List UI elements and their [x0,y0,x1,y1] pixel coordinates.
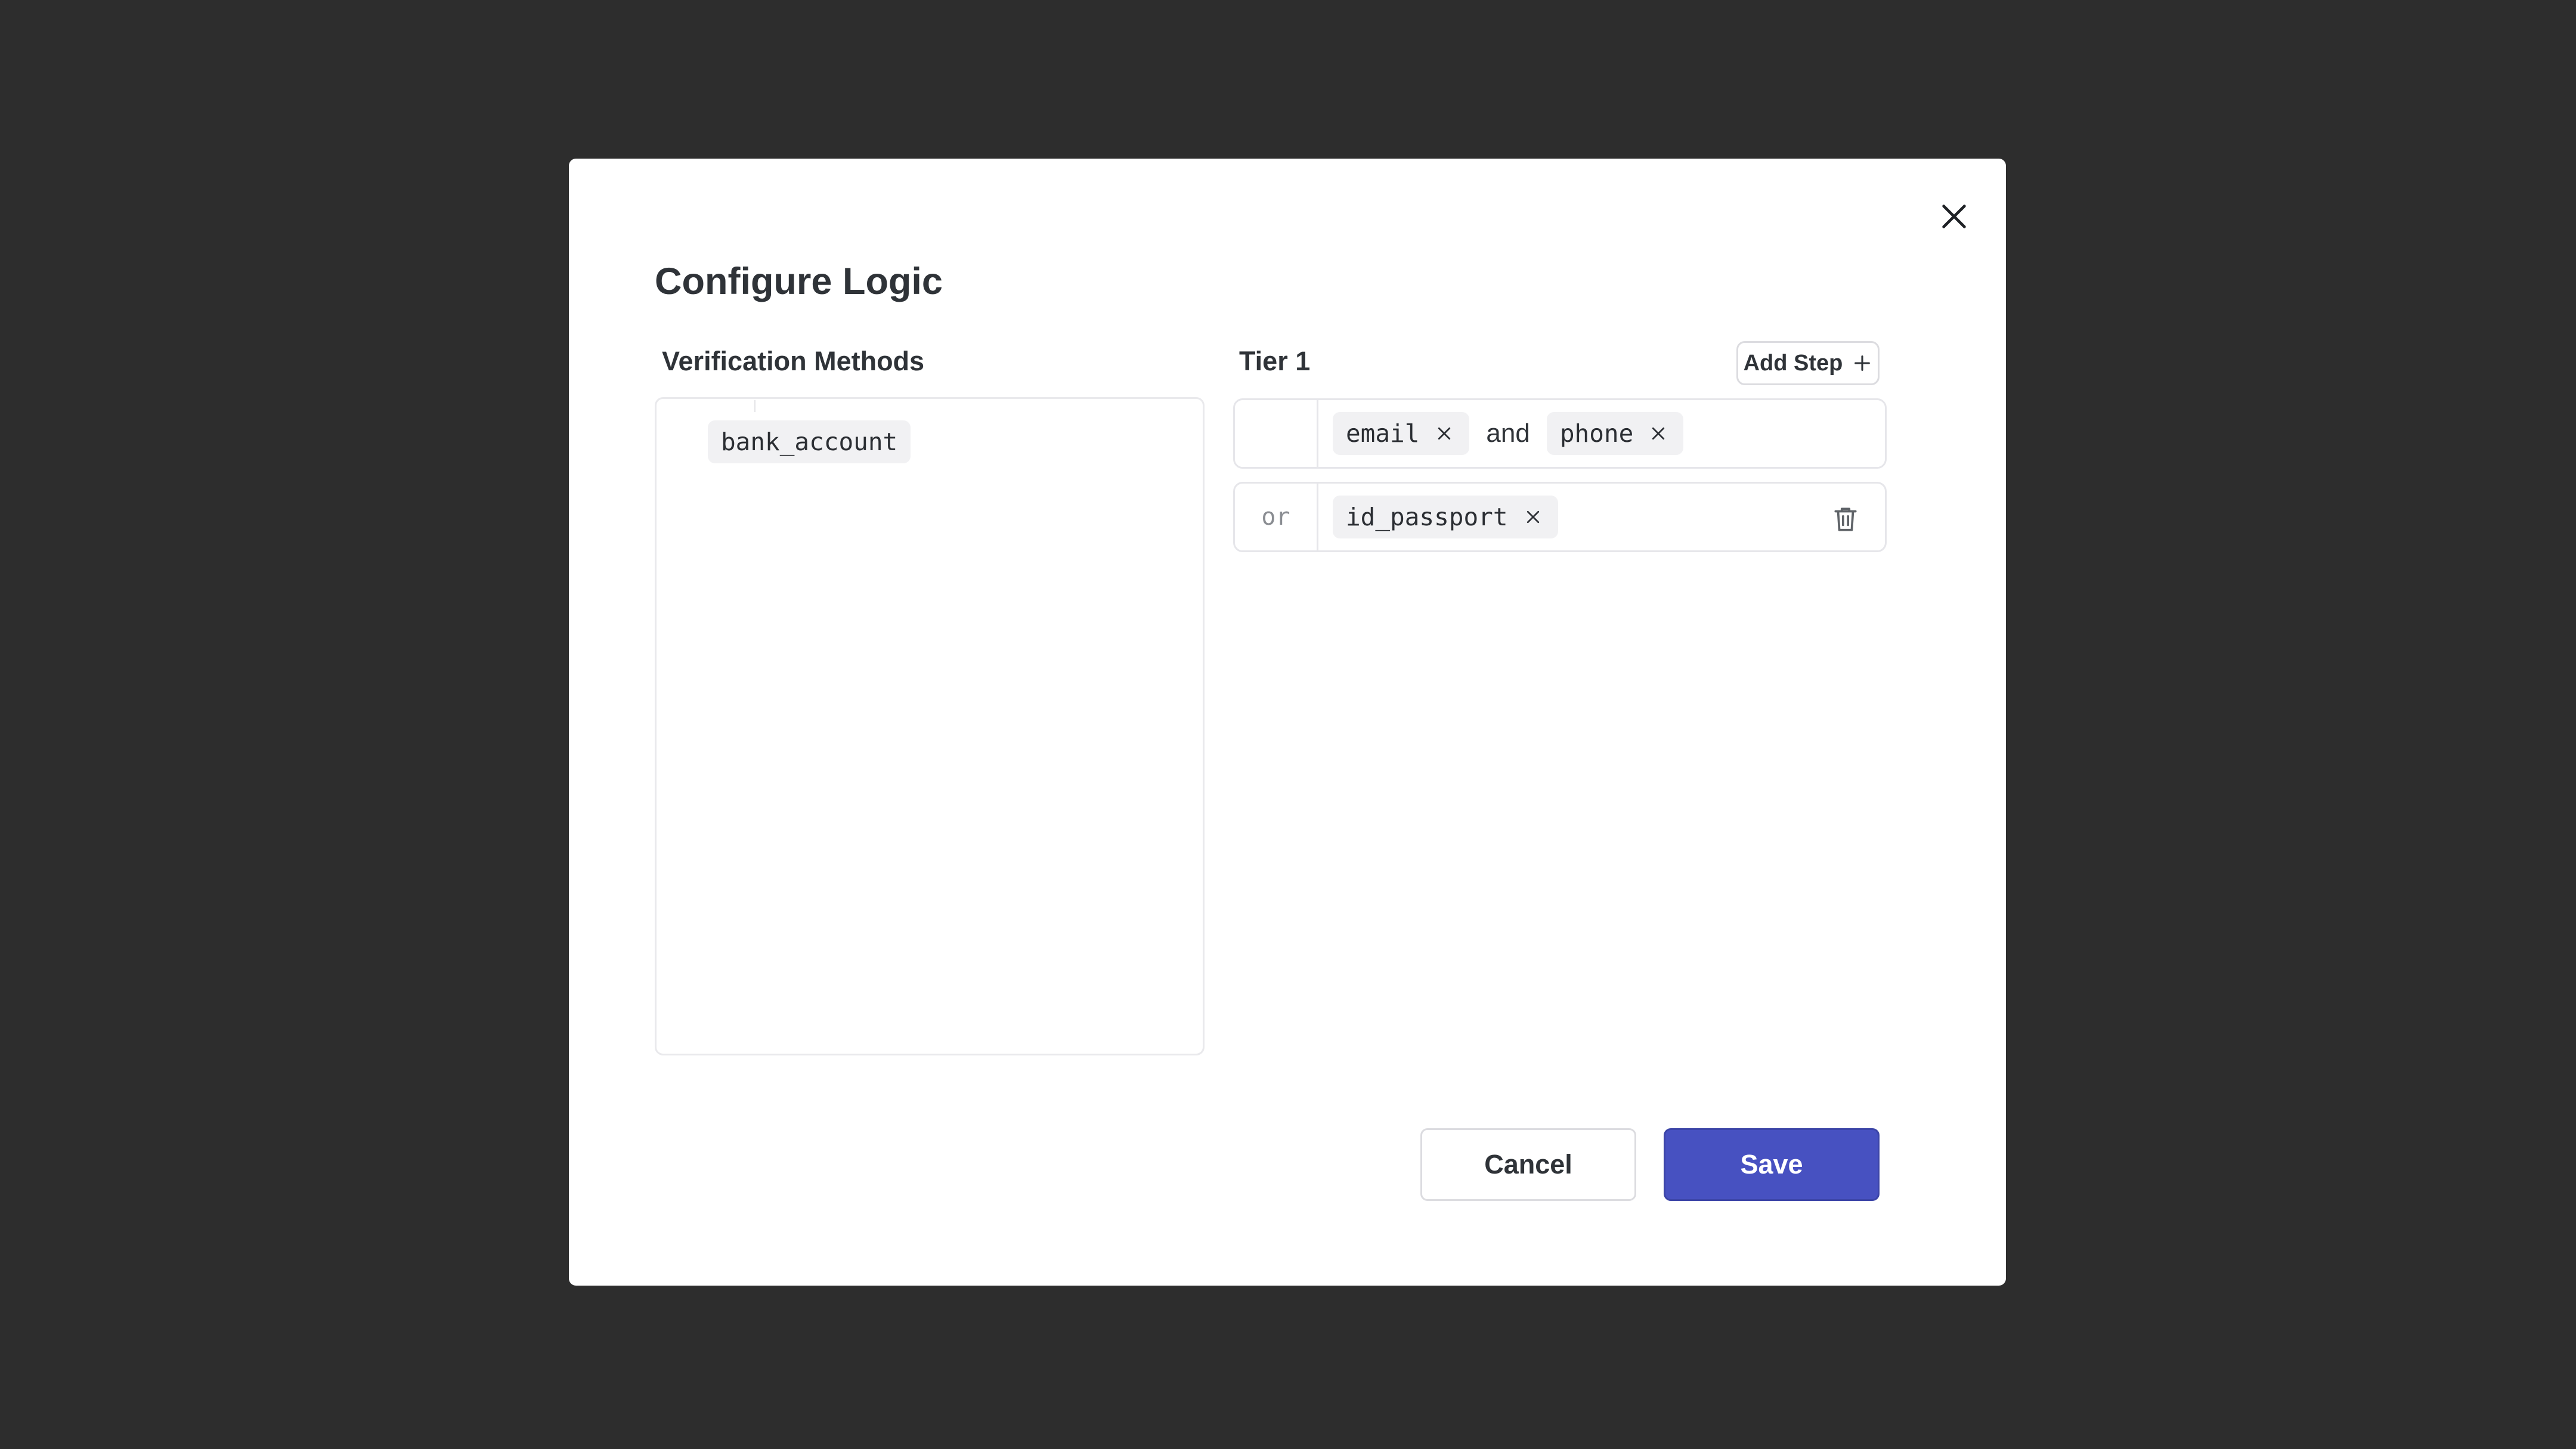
step-content: id_passport [1333,484,1558,550]
save-button[interactable]: Save [1664,1128,1880,1201]
remove-chip-icon[interactable] [1432,422,1456,445]
close-icon [1942,205,1966,228]
drop-indicator [754,400,756,412]
add-step-label: Add Step [1743,350,1843,376]
trash-icon [1834,507,1857,531]
step-row-2: or id_passport [1233,482,1887,552]
verification-methods-label: Verification Methods [662,346,925,376]
step-joiner: and [1486,419,1530,448]
plus-icon [1852,353,1872,373]
method-chip-label: id_passport [1346,503,1508,531]
method-chip-id-passport[interactable]: id_passport [1333,496,1558,538]
close-button[interactable] [1931,193,1977,240]
step-row-1: email and phone [1233,398,1887,469]
step-content: email and phone [1333,400,1684,467]
step-operator: or [1235,484,1318,550]
method-chip-phone[interactable]: phone [1546,412,1684,455]
tier-label: Tier 1 [1239,346,1311,376]
cancel-button[interactable]: Cancel [1420,1128,1636,1201]
method-chip-email[interactable]: email [1333,412,1470,455]
method-chip-bank-account[interactable]: bank_account [708,420,911,463]
step-operator [1235,400,1318,467]
method-chip-label: email [1346,419,1420,448]
add-step-button[interactable]: Add Step [1736,341,1880,385]
delete-step-button[interactable] [1830,503,1861,534]
verification-methods-panel: bank_account [655,397,1205,1055]
remove-chip-icon[interactable] [1521,505,1545,529]
dialog-title: Configure Logic [655,261,943,302]
method-chip-label: phone [1559,419,1634,448]
configure-logic-dialog: Configure Logic Verification Methods ban… [569,159,2006,1286]
method-chip-label: bank_account [721,428,898,456]
remove-chip-icon[interactable] [1646,422,1670,445]
